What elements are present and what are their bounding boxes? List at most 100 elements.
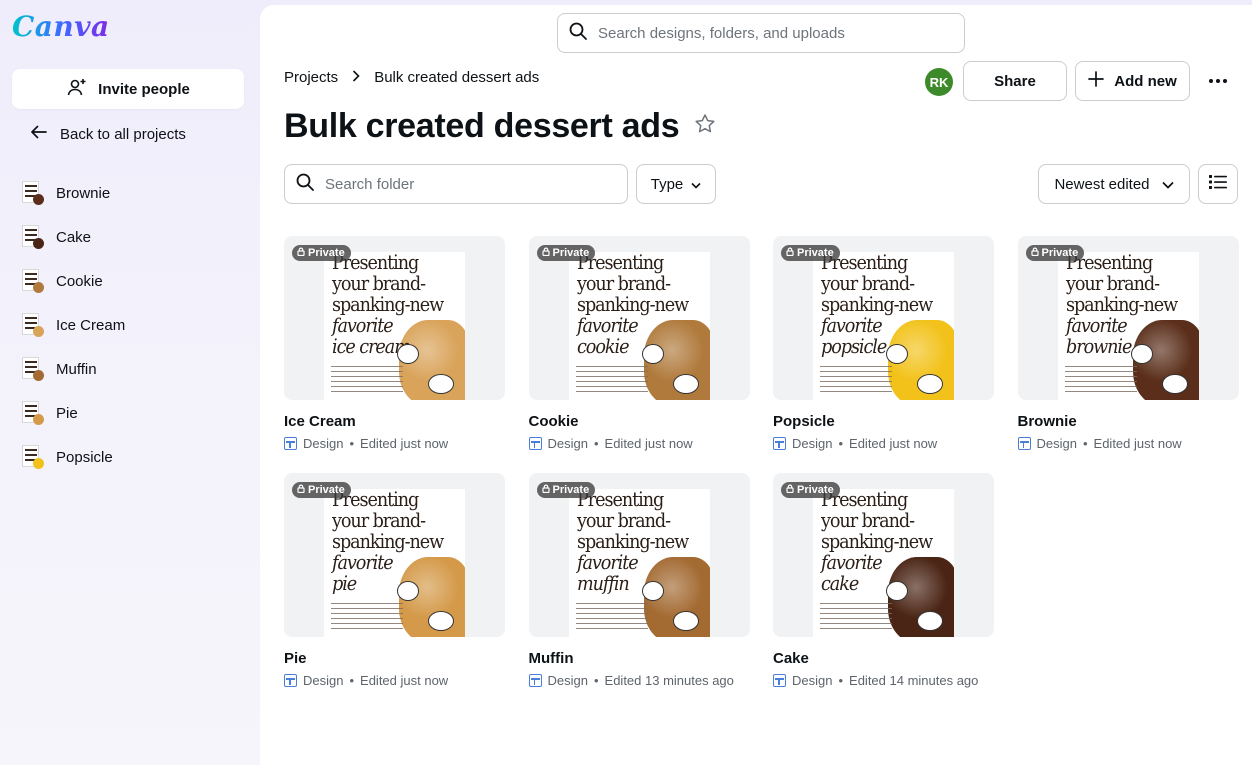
private-label: Private — [797, 484, 834, 496]
design-title[interactable]: Cake — [773, 650, 994, 668]
breadcrumb-projects[interactable]: Projects — [284, 69, 338, 86]
design-type-icon — [284, 437, 297, 450]
sticker-icon — [1161, 374, 1188, 394]
private-badge: Private — [781, 245, 840, 261]
list-view-icon — [1209, 174, 1227, 195]
private-badge: Private — [292, 245, 351, 261]
design-thumbnail-icon — [20, 179, 45, 207]
sidebar-item[interactable]: Ice Cream — [20, 303, 248, 347]
design-thumbnail[interactable]: Private Presenting your brand-spanking-new… — [528, 473, 750, 637]
design-thumbnail[interactable]: Private Presenting your brand-spanking-new… — [773, 236, 994, 400]
sticker-icon — [886, 581, 908, 601]
sidebar-item[interactable]: Brownie — [20, 171, 248, 215]
plus-icon — [1088, 71, 1105, 91]
breadcrumb: Projects Bulk created dessert ads — [284, 69, 539, 86]
sidebar-item[interactable]: Cake — [20, 215, 248, 259]
design-thumbnail[interactable]: Private Presenting your brand-spanking-new… — [1017, 236, 1239, 400]
design-kind: Design — [547, 436, 588, 451]
folder-search[interactable] — [284, 164, 628, 204]
back-to-projects-link[interactable]: Back to all projects — [30, 124, 186, 144]
meta-separator: • — [593, 436, 599, 451]
sticker-icon — [1130, 344, 1153, 364]
poster-headline: Presenting your brand-spanking-new favorit… — [821, 489, 933, 595]
edited-time: Edited just now — [849, 436, 938, 451]
sidebar-item-label: Ice Cream — [56, 316, 126, 334]
lock-icon — [297, 484, 305, 496]
design-type-icon — [773, 437, 786, 450]
design-card[interactable]: Private Presenting your brand-spanking-new… — [773, 473, 994, 688]
invite-people-button[interactable]: Invite people — [12, 69, 244, 109]
ad-poster: Presenting your brand-spanking-new favorit… — [324, 252, 465, 400]
folder-search-input[interactable] — [325, 175, 605, 193]
private-label: Private — [552, 247, 590, 259]
poster-body-text — [820, 603, 892, 633]
design-card[interactable]: Private Presenting your brand-spanking-new… — [1017, 236, 1239, 451]
design-thumbnail[interactable]: Private Presenting your brand-spanking-new… — [528, 236, 750, 400]
title-row: Bulk created dessert ads — [284, 107, 717, 146]
design-title[interactable]: Ice Cream — [284, 413, 505, 431]
design-card[interactable]: Private Presenting your brand-spanking-new… — [284, 236, 505, 451]
sidebar-item[interactable]: Cookie — [20, 259, 248, 303]
ad-poster: Presenting your brand-spanking-new favorit… — [813, 252, 954, 400]
chevron-down-icon — [1161, 176, 1174, 193]
sticker-icon — [917, 374, 943, 394]
design-thumbnail-icon — [20, 355, 45, 383]
design-title[interactable]: Pie — [284, 650, 505, 668]
private-label: Private — [1041, 247, 1079, 259]
design-thumbnail[interactable]: Private Presenting your brand-spanking-new… — [773, 473, 994, 637]
add-new-button[interactable]: Add new — [1075, 61, 1190, 101]
ad-poster: Presenting your brand-spanking-new favorit… — [324, 489, 465, 637]
private-label: Private — [797, 247, 834, 259]
design-title[interactable]: Cookie — [529, 413, 750, 431]
global-search[interactable] — [557, 13, 965, 53]
sidebar-item[interactable]: Muffin — [20, 347, 248, 391]
design-type-icon — [528, 437, 542, 450]
more-options-icon[interactable] — [1202, 65, 1234, 97]
breadcrumb-current: Bulk created dessert ads — [374, 69, 540, 86]
design-thumbnail-icon — [20, 443, 45, 471]
meta-separator: • — [349, 436, 355, 451]
design-title[interactable]: Brownie — [1018, 413, 1239, 431]
design-card[interactable]: Private Presenting your brand-spanking-new… — [773, 236, 994, 451]
sidebar-item-label: Cookie — [56, 272, 103, 290]
design-card[interactable]: Private Presenting your brand-spanking-new… — [284, 473, 505, 688]
poster-body-text — [575, 366, 648, 396]
private-badge: Private — [781, 482, 840, 498]
design-card[interactable]: Private Presenting your brand-spanking-new… — [528, 236, 750, 451]
edited-time: Edited 13 minutes ago — [604, 673, 734, 688]
design-meta: Design • Edited 14 minutes ago — [773, 673, 994, 688]
sticker-icon — [428, 611, 454, 631]
poster-headline: Presenting your brand-spanking-new favorit… — [821, 252, 933, 358]
chevron-down-icon — [691, 176, 701, 193]
design-meta: Design • Edited just now — [284, 673, 505, 688]
share-button[interactable]: Share — [963, 61, 1067, 101]
design-card[interactable]: Private Presenting your brand-spanking-new… — [528, 473, 750, 688]
design-meta: Design • Edited just now — [284, 436, 505, 451]
invite-people-label: Invite people — [98, 80, 190, 98]
sort-dropdown[interactable]: Newest edited — [1038, 164, 1190, 204]
poster-headline: Presenting your brand-spanking-new favorit… — [332, 252, 444, 358]
list-view-toggle[interactable] — [1198, 164, 1238, 204]
design-thumbnail[interactable]: Private Presenting your brand-spanking-new… — [284, 236, 505, 400]
private-label: Private — [308, 484, 345, 496]
edited-time: Edited just now — [604, 436, 693, 451]
type-filter-dropdown[interactable]: Type — [636, 164, 716, 204]
design-thumbnail-icon — [20, 311, 45, 339]
ad-poster: Presenting your brand-spanking-new favorit… — [1057, 252, 1199, 400]
avatar[interactable]: RK — [925, 68, 953, 96]
design-title[interactable]: Popsicle — [773, 413, 994, 431]
sidebar-item[interactable]: Pie — [20, 391, 248, 435]
poster-body-text — [331, 366, 403, 396]
star-icon[interactable] — [693, 112, 717, 141]
meta-separator: • — [349, 673, 355, 688]
canva-logo[interactable]: Canva — [12, 10, 110, 43]
design-thumbnail[interactable]: Private Presenting your brand-spanking-new… — [284, 473, 505, 637]
design-meta: Design • Edited just now — [1017, 436, 1239, 451]
global-search-input[interactable] — [598, 24, 938, 42]
design-title[interactable]: Muffin — [529, 650, 750, 668]
design-grid: Private Presenting your brand-spanking-new… — [284, 236, 1244, 688]
sidebar-item[interactable]: Popsicle — [20, 435, 248, 479]
lock-icon — [1030, 247, 1039, 259]
sidebar-item-label: Cake — [56, 228, 92, 246]
sidebar-item-label: Muffin — [56, 360, 97, 378]
